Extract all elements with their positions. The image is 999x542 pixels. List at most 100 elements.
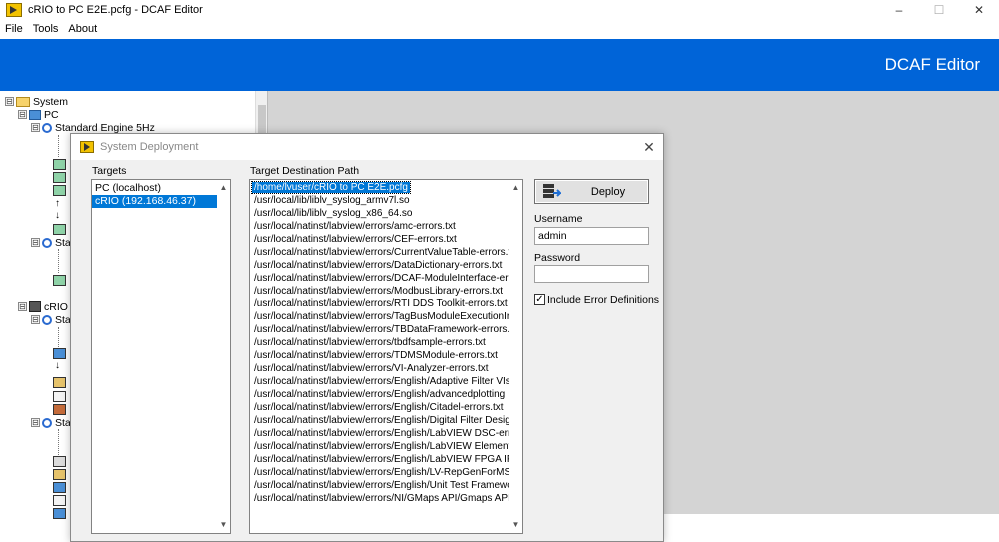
- crio-icon: [29, 301, 41, 312]
- tree-node-system[interactable]: ⊟ System: [5, 95, 68, 108]
- module-icon[interactable]: [53, 404, 66, 415]
- tree-label-pc: PC: [44, 108, 59, 121]
- path-text: /usr/local/natinst/labview/errors/tbdfsa…: [254, 337, 486, 349]
- password-label: Password: [534, 252, 581, 264]
- path-text: /usr/local/natinst/labview/errors/DataDi…: [254, 259, 503, 271]
- path-item[interactable]: /usr/local/natinst/labview/errors/DCAF-M…: [250, 272, 509, 285]
- down-arrow-icon: ↓: [55, 360, 60, 371]
- collapse-icon[interactable]: ⊟: [5, 97, 14, 106]
- path-item[interactable]: /usr/local/natinst/labview/errors/Englis…: [250, 401, 509, 414]
- target-label: cRIO (192.168.46.37): [95, 195, 196, 207]
- collapse-icon[interactable]: ⊟: [18, 302, 27, 311]
- path-item[interactable]: /usr/local/natinst/labview/errors/Englis…: [250, 453, 509, 466]
- path-item[interactable]: /usr/local/natinst/labview/errors/TagBus…: [250, 310, 509, 323]
- path-item[interactable]: /usr/local/natinst/labview/errors/Englis…: [250, 388, 509, 401]
- module-icon[interactable]: [53, 224, 66, 235]
- labview-app-icon: [6, 2, 22, 17]
- tree-label-engine-1: Standard Engine 5Hz: [55, 121, 155, 134]
- tree-node-engine-2[interactable]: ⊟ Sta: [31, 236, 71, 249]
- down-arrow-icon: ↓: [55, 210, 60, 221]
- collapse-icon[interactable]: ⊟: [31, 418, 40, 427]
- path-items: /home/lvuser/cRIO to PC E2E.pcfg/usr/loc…: [250, 181, 509, 504]
- path-text: /usr/local/natinst/labview/errors/CEF-er…: [254, 233, 457, 245]
- module-icon[interactable]: [53, 159, 66, 170]
- path-item[interactable]: /usr/local/natinst/labview/errors/Englis…: [250, 414, 509, 427]
- scroll-thumb[interactable]: [258, 105, 266, 135]
- collapse-icon[interactable]: ⊟: [31, 238, 40, 247]
- arrows-module-icon[interactable]: [53, 495, 66, 506]
- tree-connector: [58, 327, 59, 347]
- menu-tools[interactable]: Tools: [33, 23, 59, 35]
- path-text: /usr/local/natinst/labview/errors/amc-er…: [254, 220, 456, 232]
- menu-file[interactable]: File: [5, 23, 23, 35]
- maximize-button[interactable]: ☐: [919, 0, 959, 19]
- path-item[interactable]: /usr/local/natinst/labview/errors/VI-Ana…: [250, 362, 509, 375]
- deploy-button[interactable]: Deploy: [534, 179, 649, 204]
- dialog-title-bar: System Deployment ✕: [71, 134, 663, 160]
- tree-node-crio[interactable]: ⊟ cRIO: [18, 300, 68, 313]
- scroll-up-icon[interactable]: ▲: [217, 182, 230, 194]
- path-item[interactable]: /usr/local/natinst/labview/errors/tbdfsa…: [250, 336, 509, 349]
- edit-module-icon[interactable]: [53, 469, 66, 480]
- password-field[interactable]: [534, 265, 649, 283]
- close-window-button[interactable]: ✕: [959, 0, 999, 19]
- path-item[interactable]: /usr/local/natinst/labview/errors/TBData…: [250, 323, 509, 336]
- close-icon[interactable]: ✕: [641, 139, 657, 155]
- chart-module-icon[interactable]: [53, 482, 66, 493]
- json-module-icon[interactable]: [53, 348, 66, 359]
- path-item[interactable]: /usr/local/natinst/labview/errors/Englis…: [250, 427, 509, 440]
- module-icon[interactable]: [53, 275, 66, 286]
- collapse-icon[interactable]: ⊟: [18, 110, 27, 119]
- tree-label-engine-2: Sta: [55, 236, 71, 249]
- destination-path-list[interactable]: /home/lvuser/cRIO to PC E2E.pcfg/usr/loc…: [249, 179, 523, 534]
- target-item[interactable]: PC (localhost): [92, 182, 230, 195]
- system-deployment-dialog: System Deployment ✕ Targets PC (localhos…: [70, 133, 664, 542]
- targets-list[interactable]: PC (localhost) cRIO (192.168.46.37) ▲ ▼: [91, 179, 231, 534]
- tree-node-pc[interactable]: ⊟ PC: [18, 108, 59, 121]
- path-item[interactable]: /usr/local/natinst/labview/errors/Englis…: [250, 479, 509, 492]
- window-title: cRIO to PC E2E.pcfg - DCAF Editor: [28, 3, 203, 16]
- tree-connector: [58, 135, 59, 157]
- module-icon[interactable]: [53, 508, 66, 519]
- collapse-icon[interactable]: ⊟: [31, 123, 40, 132]
- target-item-selected[interactable]: cRIO (192.168.46.37): [92, 195, 230, 208]
- path-item[interactable]: /usr/local/natinst/labview/errors/Englis…: [250, 440, 509, 453]
- path-item[interactable]: /usr/local/natinst/labview/errors/CEF-er…: [250, 233, 509, 246]
- collapse-icon[interactable]: ⊟: [31, 315, 40, 324]
- module-icon[interactable]: [53, 185, 66, 196]
- path-item[interactable]: /usr/local/natinst/labview/errors/Englis…: [250, 375, 509, 388]
- tree-label-system: System: [33, 95, 69, 108]
- scroll-down-icon[interactable]: ▼: [217, 519, 230, 531]
- path-item[interactable]: /usr/local/lib/liblv_syslog_x86_64.so: [250, 207, 509, 220]
- percent-module-icon[interactable]: [53, 391, 66, 402]
- path-item[interactable]: /usr/local/natinst/labview/errors/Englis…: [250, 466, 509, 479]
- path-item[interactable]: /usr/local/natinst/labview/errors/DataDi…: [250, 259, 509, 272]
- path-text: /usr/local/natinst/labview/errors/RTI DD…: [254, 298, 508, 310]
- targets-scrollbar[interactable]: ▲ ▼: [217, 180, 230, 533]
- tree-node-engine-3[interactable]: ⊟ Star: [31, 313, 74, 326]
- include-errors-checkbox[interactable]: ✓: [534, 294, 545, 305]
- menu-about[interactable]: About: [68, 23, 97, 35]
- path-item[interactable]: /usr/local/natinst/labview/errors/Modbus…: [250, 285, 509, 298]
- path-text: /usr/local/natinst/labview/errors/TDMSMo…: [254, 350, 498, 362]
- path-item[interactable]: /usr/local/natinst/labview/errors/RTI DD…: [250, 297, 509, 310]
- path-item[interactable]: /usr/local/natinst/labview/errors/Curren…: [250, 246, 509, 259]
- path-scrollbar[interactable]: ▲ ▼: [509, 180, 522, 533]
- tree-connector: [58, 429, 59, 455]
- path-item-selected[interactable]: /home/lvuser/cRIO to PC E2E.pcfg: [250, 181, 509, 194]
- path-item[interactable]: /usr/local/natinst/labview/errors/amc-er…: [250, 220, 509, 233]
- path-item[interactable]: /usr/local/natinst/labview/errors/NI/GMa…: [250, 492, 509, 505]
- header-title: DCAF Editor: [884, 55, 980, 74]
- minimize-button[interactable]: –: [879, 0, 919, 19]
- path-item[interactable]: /usr/local/natinst/labview/errors/TDMSMo…: [250, 349, 509, 362]
- path-text: /usr/local/natinst/labview/errors/TagBus…: [254, 311, 509, 323]
- module-icon[interactable]: [53, 456, 66, 467]
- module-icon[interactable]: [53, 172, 66, 183]
- edit-module-icon[interactable]: [53, 377, 66, 388]
- path-item[interactable]: /usr/local/lib/liblv_syslog_armv7l.so: [250, 194, 509, 207]
- username-field[interactable]: admin: [534, 227, 649, 245]
- path-text: /usr/local/natinst/labview/errors/Englis…: [254, 401, 504, 413]
- tree-node-engine-4[interactable]: ⊟ Star: [31, 416, 74, 429]
- scroll-up-icon[interactable]: ▲: [509, 182, 522, 194]
- scroll-down-icon[interactable]: ▼: [509, 519, 522, 531]
